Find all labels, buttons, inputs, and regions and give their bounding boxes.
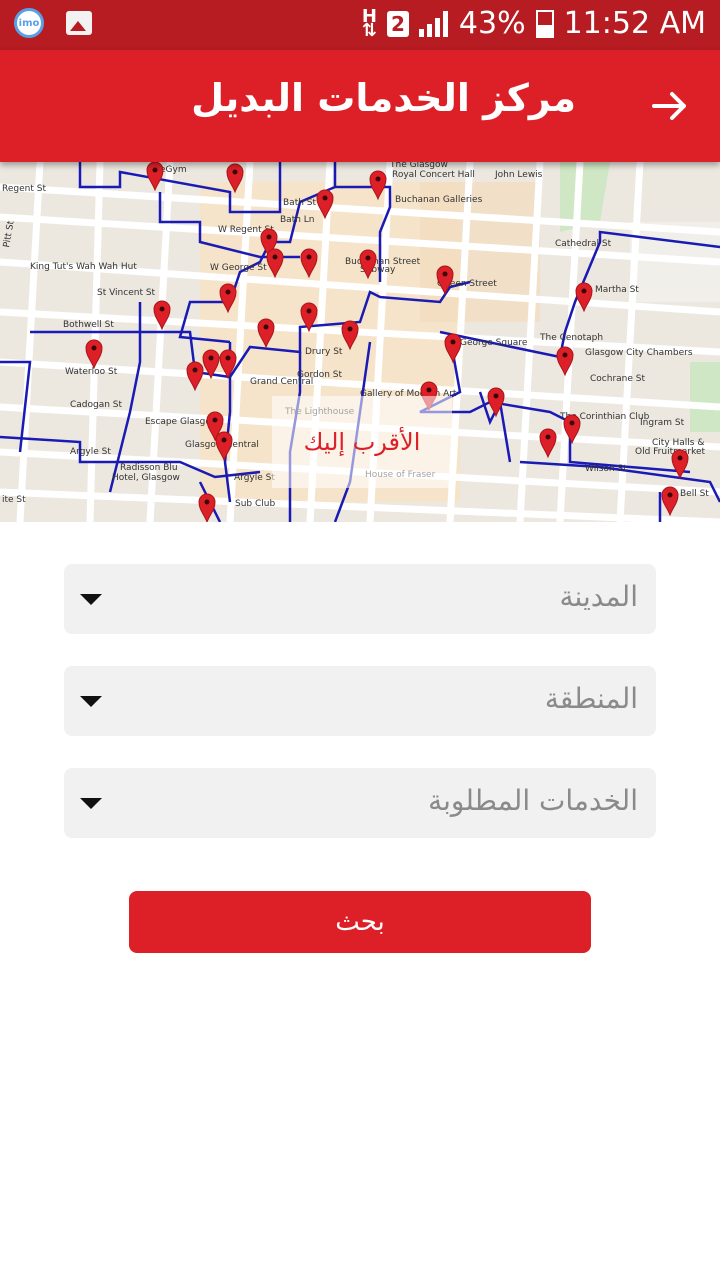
svg-text:eGym: eGym bbox=[160, 165, 187, 175]
map-pin-dot bbox=[152, 167, 158, 173]
svg-text:Argyle St: Argyle St bbox=[234, 473, 275, 483]
map-pin-dot bbox=[225, 355, 231, 361]
map-pin-dot bbox=[306, 254, 312, 260]
svg-text:Glasgow City Chambers: Glasgow City Chambers bbox=[585, 348, 693, 358]
map-pin-dot bbox=[221, 437, 227, 443]
svg-text:Bothwell St: Bothwell St bbox=[63, 320, 114, 330]
map-pin-dot bbox=[232, 169, 238, 175]
map-pin-dot bbox=[159, 306, 165, 312]
svg-text:Wilson St: Wilson St bbox=[585, 464, 627, 474]
map-pin-dot bbox=[192, 367, 198, 373]
city-dropdown[interactable]: المدينة bbox=[64, 564, 656, 634]
svg-text:Ingram St: Ingram St bbox=[640, 418, 685, 428]
svg-text:Bell St: Bell St bbox=[680, 489, 709, 499]
map-pin-dot bbox=[365, 255, 371, 261]
page-title: مركز الخدمات البديل bbox=[191, 76, 576, 120]
map-pin-dot bbox=[263, 324, 269, 330]
svg-text:Sub Club: Sub Club bbox=[235, 499, 275, 509]
services-dropdown[interactable]: الخدمات المطلوبة bbox=[64, 768, 656, 838]
map-pin-dot bbox=[569, 420, 575, 426]
chevron-down-icon bbox=[80, 696, 102, 707]
arrow-right-icon[interactable] bbox=[650, 86, 690, 126]
map-pin-dot bbox=[212, 417, 218, 423]
map-pin-dot bbox=[322, 195, 328, 201]
map-pin-dot bbox=[204, 499, 210, 505]
app-bar: مركز الخدمات البديل bbox=[0, 50, 720, 162]
svg-text:Bath Ln: Bath Ln bbox=[280, 215, 315, 225]
clock: 11:52 AM bbox=[563, 6, 706, 41]
svg-text:ite St: ite St bbox=[2, 495, 26, 505]
svg-text:The Glasgow: The Glasgow bbox=[389, 162, 448, 170]
map-pin-dot bbox=[677, 455, 683, 461]
search-button[interactable]: بحث bbox=[129, 891, 591, 953]
svg-text:Martha St: Martha St bbox=[595, 285, 639, 295]
map-view[interactable]: Regent St Pitt St King Tut's Wah Wah Hut… bbox=[0, 162, 720, 522]
map-pin-dot bbox=[581, 288, 587, 294]
svg-text:Waterloo St: Waterloo St bbox=[65, 367, 118, 377]
chevron-down-icon bbox=[80, 798, 102, 809]
svg-text:Radisson Blu: Radisson Blu bbox=[120, 463, 178, 473]
svg-text:Cathedral St: Cathedral St bbox=[555, 239, 612, 249]
map-pin-dot bbox=[442, 271, 448, 277]
svg-text:Drury St: Drury St bbox=[305, 347, 343, 357]
imo-icon: imo bbox=[14, 8, 44, 38]
signal-icon bbox=[418, 10, 449, 37]
svg-text:John Lewis: John Lewis bbox=[494, 170, 543, 180]
battery-icon bbox=[535, 9, 554, 38]
map-pin-dot bbox=[493, 393, 499, 399]
svg-text:King Tut's Wah Wah Hut: King Tut's Wah Wah Hut bbox=[30, 262, 137, 272]
area-placeholder: المنطقة bbox=[544, 682, 638, 715]
map-pin-dot bbox=[545, 434, 551, 440]
map-pin-dot bbox=[450, 339, 456, 345]
map-pin-dot bbox=[347, 326, 353, 332]
chevron-down-icon bbox=[80, 594, 102, 605]
svg-text:Gordon St: Gordon St bbox=[297, 370, 343, 380]
svg-text:Royal Concert Hall: Royal Concert Hall bbox=[392, 170, 475, 180]
map-pin-dot bbox=[208, 355, 214, 361]
svg-text:Old Fruitmarket: Old Fruitmarket bbox=[635, 447, 706, 457]
map-pin-dot bbox=[225, 289, 231, 295]
city-placeholder: المدينة bbox=[559, 580, 638, 613]
svg-text:Cochrane St: Cochrane St bbox=[590, 374, 645, 384]
map-pin-dot bbox=[91, 345, 97, 351]
map-pin-dot bbox=[426, 387, 432, 393]
sim-icon: 2 bbox=[386, 10, 409, 37]
svg-text:W George St: W George St bbox=[210, 263, 267, 273]
battery-percent: 43% bbox=[458, 6, 526, 41]
map-pin-dot bbox=[266, 234, 272, 240]
map-pin-dot bbox=[562, 352, 568, 358]
svg-text:Regent St: Regent St bbox=[2, 184, 46, 194]
status-bar: imo H ⇅ 2 43% 11:52 AM bbox=[0, 0, 720, 50]
map-pin-dot bbox=[375, 176, 381, 182]
services-placeholder: الخدمات المطلوبة bbox=[428, 784, 638, 817]
svg-text:Hotel, Glasgow: Hotel, Glasgow bbox=[112, 473, 180, 483]
map-pin-dot bbox=[306, 308, 312, 314]
map-pin-dot bbox=[667, 492, 673, 498]
network-type-icon: H ⇅ bbox=[361, 5, 377, 41]
gallery-icon bbox=[66, 11, 92, 35]
area-dropdown[interactable]: المنطقة bbox=[64, 666, 656, 736]
svg-text:Bath St: Bath St bbox=[283, 198, 316, 208]
nearest-label[interactable]: الأقرب إليك bbox=[272, 396, 452, 488]
svg-text:St Vincent St: St Vincent St bbox=[97, 288, 156, 298]
svg-text:Cadogan St: Cadogan St bbox=[70, 400, 123, 410]
svg-text:The Cenotaph: The Cenotaph bbox=[539, 333, 603, 343]
svg-text:Argyle St: Argyle St bbox=[70, 447, 111, 457]
map-pin-dot bbox=[272, 254, 278, 260]
svg-text:Buchanan Galleries: Buchanan Galleries bbox=[395, 195, 483, 205]
svg-text:George Square: George Square bbox=[460, 338, 528, 348]
